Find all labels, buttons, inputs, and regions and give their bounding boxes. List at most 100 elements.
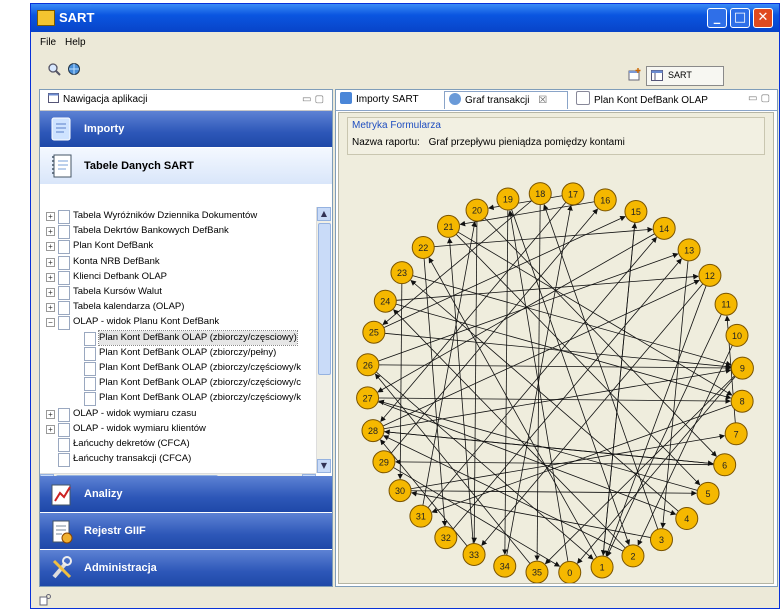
graph-node[interactable]: 25 bbox=[362, 320, 386, 344]
graph-node[interactable]: 30 bbox=[388, 479, 412, 503]
graph-node[interactable]: 2 bbox=[621, 544, 645, 568]
tree-expander[interactable]: + bbox=[46, 272, 55, 282]
scroll-up-button[interactable]: ▲ bbox=[317, 207, 331, 221]
globe-icon[interactable] bbox=[67, 62, 81, 76]
tree-item[interactable]: + Klienci Defbank OLAP bbox=[40, 270, 316, 285]
tree-item[interactable]: + OLAP - widok wymiaru klientów bbox=[40, 422, 316, 437]
graph-node[interactable]: 18 bbox=[528, 182, 552, 206]
graph-node-label: 17 bbox=[568, 189, 578, 199]
tree-item-label: Plan Kont DefBank OLAP (zbiorczy/częścio… bbox=[99, 377, 302, 389]
graph-node[interactable]: 13 bbox=[677, 238, 701, 262]
close-tab-icon[interactable]: ☒ bbox=[538, 95, 547, 106]
scroll-down-button[interactable]: ▼ bbox=[317, 459, 331, 473]
graph-node[interactable]: 8 bbox=[730, 389, 754, 413]
tree-item[interactable]: Łańcuchy dekretów (CFCA) bbox=[40, 437, 316, 452]
graph-node[interactable]: 23 bbox=[390, 261, 414, 285]
graph-node-label: 32 bbox=[441, 533, 451, 543]
section-tabele[interactable]: Tabele Danych SART bbox=[40, 148, 332, 184]
editor-minmax-buttons[interactable]: ▭ ▢ bbox=[748, 93, 770, 104]
tree-expander[interactable]: + bbox=[46, 409, 55, 419]
tree-expander[interactable]: + bbox=[46, 242, 55, 252]
graph-node[interactable]: 17 bbox=[561, 182, 585, 206]
tree-item[interactable]: Plan Kont DefBank OLAP (zbiorczy/częścio… bbox=[40, 361, 316, 376]
perspective-sart-button[interactable]: SART bbox=[646, 66, 724, 86]
tree-expander[interactable]: − bbox=[46, 318, 55, 328]
graph-node[interactable]: 27 bbox=[356, 386, 380, 410]
panel-minmax-buttons[interactable]: ▭ ▢ bbox=[302, 94, 324, 105]
section-administracja[interactable]: Administracja bbox=[40, 550, 332, 586]
graph-node[interactable]: 21 bbox=[437, 214, 461, 238]
graph-node[interactable]: 34 bbox=[493, 554, 517, 578]
graph-node[interactable]: 14 bbox=[652, 216, 676, 240]
open-perspective-icon[interactable] bbox=[628, 68, 642, 82]
app-icon bbox=[37, 10, 55, 26]
graph-node[interactable]: 15 bbox=[624, 200, 648, 224]
tree-item[interactable]: + Tabela Dekrtów Bankowych DefBank bbox=[40, 224, 316, 240]
graph-node[interactable]: 4 bbox=[675, 507, 699, 531]
tree-expander[interactable]: + bbox=[46, 303, 55, 313]
notebook-icon bbox=[576, 91, 590, 105]
tree-item[interactable]: + Tabela Wyróżników Dziennika Dokumentów bbox=[40, 209, 316, 224]
graph-node[interactable]: 16 bbox=[593, 188, 617, 212]
section-rejestr[interactable]: Rejestr GIIF bbox=[40, 513, 332, 549]
tree-item[interactable]: Plan Kont DefBank OLAP (zbiorczy/częścio… bbox=[40, 391, 316, 407]
tree-item[interactable]: Plan Kont DefBank OLAP (zbiorczy/częscio… bbox=[40, 329, 316, 346]
graph-node[interactable]: 28 bbox=[361, 419, 385, 443]
tree-expander[interactable]: + bbox=[46, 424, 55, 434]
tree-item[interactable]: Plan Kont DefBank OLAP (zbiorczy/pełny) bbox=[40, 346, 316, 361]
tree-expander[interactable]: + bbox=[46, 257, 55, 267]
tab-importy-sart[interactable]: Importy SART bbox=[340, 91, 440, 109]
graph-node[interactable]: 11 bbox=[714, 292, 738, 316]
close-button[interactable]: ✕ bbox=[753, 8, 773, 28]
graph-node[interactable]: 7 bbox=[724, 422, 748, 446]
search-icon[interactable] bbox=[47, 62, 61, 76]
tree-item-label: Tabela Dekrtów Bankowych DefBank bbox=[73, 225, 229, 237]
section-analizy[interactable]: Analizy bbox=[40, 476, 332, 512]
graph-node[interactable]: 20 bbox=[465, 198, 489, 222]
tree-vertical-scrollbar[interactable]: ▲ ▼ bbox=[316, 207, 331, 473]
graph-node[interactable]: 26 bbox=[356, 353, 380, 377]
fast-view-icon[interactable] bbox=[39, 594, 51, 606]
tree-item[interactable]: Łańcuchy transakcji (CFCA) bbox=[40, 452, 316, 468]
graph-node[interactable]: 10 bbox=[725, 323, 749, 347]
graph-node[interactable]: 5 bbox=[696, 481, 720, 505]
tab-plan-kont[interactable]: Plan Kont DefBank OLAP bbox=[576, 91, 726, 109]
graph-node[interactable]: 35 bbox=[525, 560, 549, 583]
menu-file[interactable]: File bbox=[40, 37, 56, 48]
graph-node[interactable]: 3 bbox=[649, 528, 673, 552]
graph-node[interactable]: 12 bbox=[698, 263, 722, 287]
graph-node[interactable]: 6 bbox=[713, 453, 737, 477]
graph-node[interactable]: 0 bbox=[558, 560, 582, 583]
graph-node[interactable]: 29 bbox=[372, 450, 396, 474]
tree-expander[interactable]: + bbox=[46, 227, 55, 237]
title-bar[interactable]: SART _ □ ✕ bbox=[31, 4, 779, 32]
tree-item[interactable]: + Konta NRB DefBank bbox=[40, 255, 316, 270]
minimize-button[interactable]: _ bbox=[707, 8, 727, 28]
graph-node[interactable]: 33 bbox=[462, 542, 486, 566]
graph-node[interactable]: 19 bbox=[496, 187, 520, 211]
tree-item[interactable]: + Tabela Kursów Walut bbox=[40, 285, 316, 300]
menu-help[interactable]: Help bbox=[65, 37, 86, 48]
tree-item[interactable]: + Plan Kont DefBank bbox=[40, 239, 316, 255]
graph-node[interactable]: 31 bbox=[409, 504, 433, 528]
graph-node[interactable]: 9 bbox=[730, 356, 754, 380]
graph-node[interactable]: 32 bbox=[434, 526, 458, 550]
tree-item[interactable]: + Tabela kalendarza (OLAP) bbox=[40, 300, 316, 316]
graph-node[interactable]: 1 bbox=[590, 555, 614, 579]
section-importy[interactable]: Importy bbox=[40, 111, 332, 147]
graph-node[interactable]: 22 bbox=[411, 235, 435, 259]
section-tabele-label: Tabele Danych SART bbox=[84, 160, 194, 172]
navigation-tab[interactable]: Nawigacja aplikacji bbox=[42, 92, 153, 108]
scroll-thumb[interactable] bbox=[318, 223, 331, 375]
tree-expander[interactable]: + bbox=[46, 212, 55, 221]
tree-item[interactable]: + OLAP - widok wymiaru czasu bbox=[40, 407, 316, 422]
transaction-graph[interactable]: 0123456789101112131415161718192021222324… bbox=[339, 113, 773, 583]
tree-item-label: Plan Kont DefBank OLAP (zbiorczy/częścio… bbox=[99, 392, 302, 404]
maximize-button[interactable]: □ bbox=[730, 8, 750, 28]
tree-item[interactable]: − OLAP - widok Planu Kont DefBank bbox=[40, 315, 316, 331]
tree-expander[interactable]: + bbox=[46, 288, 55, 297]
graph-node[interactable]: 24 bbox=[373, 289, 397, 313]
tab-graf-transakcji[interactable]: Graf transakcji ☒ bbox=[444, 91, 568, 109]
tree-item[interactable]: Plan Kont DefBank OLAP (zbiorczy/częścio… bbox=[40, 376, 316, 392]
graph-node-label: 24 bbox=[380, 297, 390, 307]
